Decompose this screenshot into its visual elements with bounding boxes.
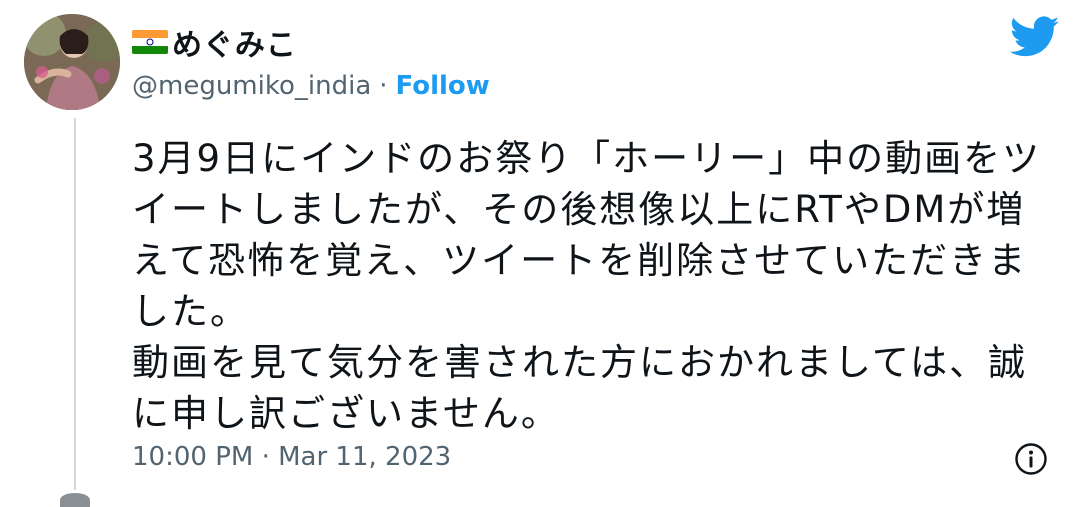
tweet-header: めぐみこ @megumiko_india · Follow [132, 18, 490, 106]
user-handle[interactable]: @megumiko_india [132, 71, 371, 101]
follow-button[interactable]: Follow [396, 71, 490, 101]
tweet-text-line: イートしましたが、その後想像以上にRTやDMが増 [132, 188, 1026, 231]
tweet-text-line: した。 [132, 290, 249, 333]
india-flag-icon [132, 30, 168, 54]
twitter-bird-icon[interactable] [1010, 16, 1060, 58]
tweet-text-line: 3月9日にインドのお祭り「ホーリー」中の動画をツ [132, 137, 1042, 180]
tweet-text-line: 動画を見て気分を害された方におかれましては、誠 [132, 341, 1028, 384]
tweet-text-line: えて恐怖を覚え、ツイートを削除させていただきま [132, 239, 1028, 282]
tweet-card: めぐみこ @megumiko_india · Follow 3月9日にインドのお… [0, 0, 1078, 507]
avatar-image [24, 14, 120, 110]
display-name[interactable]: めぐみこ [172, 20, 297, 64]
tweet-text: 3月9日にインドのお祭り「ホーリー」中の動画をツ イートしましたが、その後想像以… [132, 133, 1062, 439]
name-row: めぐみこ [132, 18, 490, 66]
next-tweet-avatar [60, 493, 90, 507]
handle-row: @megumiko_india · Follow [132, 66, 490, 106]
tweet-text-line: に申し訳ございません。 [132, 392, 560, 435]
avatar[interactable] [24, 14, 120, 110]
tweet-timestamp[interactable]: 10:00 PM · Mar 11, 2023 [132, 442, 451, 472]
thread-line [74, 118, 76, 490]
info-icon[interactable] [1014, 442, 1048, 476]
separator-dot: · [379, 71, 388, 101]
